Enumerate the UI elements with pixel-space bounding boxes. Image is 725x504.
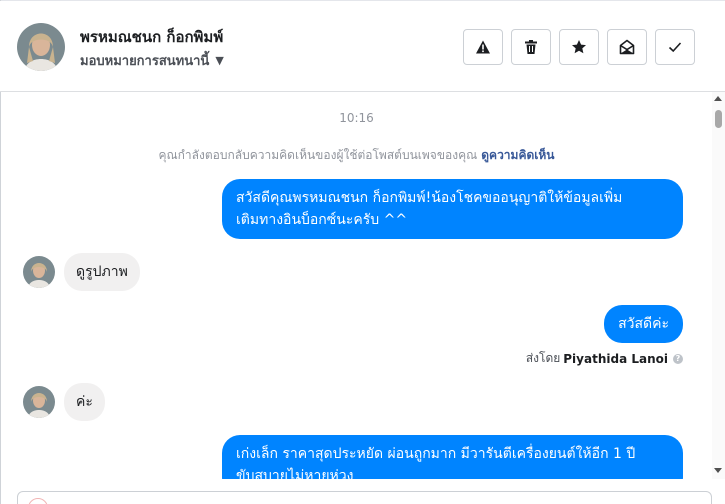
incoming-message-row: ค่ะ [23, 383, 105, 421]
message-composer[interactable] [17, 491, 712, 504]
avatar-photo [23, 386, 55, 418]
assign-conversation-dropdown[interactable]: มอบหมายการสนทนานี้ ▼ [80, 50, 224, 71]
message-thread: 10:16 คุณกำลังตอบกลับความคิดเห็นของผู้ใช… [1, 92, 712, 479]
avatar-photo [17, 23, 65, 71]
scroll-down-arrow-icon[interactable] [714, 468, 722, 473]
caret-down-icon: ▼ [215, 54, 224, 67]
contact-name[interactable]: พรหมณชนก ก็อกพิมพ์ [80, 25, 223, 49]
composer-avatar [28, 498, 48, 504]
sent-by-prefix: ส่งโดย [525, 351, 561, 365]
sender-name: Piyathida Lanoi [563, 351, 668, 366]
contact-avatar[interactable] [23, 256, 55, 288]
conversation-header: พรหมณชนก ก็อกพิมพ์ มอบหมายการสนทนานี้ ▼ [0, 1, 725, 92]
envelope-open-icon [619, 39, 635, 55]
conversation-actions [463, 29, 695, 65]
contact-avatar[interactable] [23, 386, 55, 418]
outgoing-message[interactable]: เก่งเล็ก ราคาสุดประหยัด ผ่อนถูกมาก มีวาร… [222, 435, 683, 479]
delete-button[interactable] [511, 29, 551, 65]
star-button[interactable] [559, 29, 599, 65]
sent-by-label: ส่งโดย Piyathida Lanoi ? [526, 349, 683, 368]
info-icon[interactable]: ? [673, 353, 683, 364]
message-line: ขับสบายไม่หายห่วง [236, 468, 354, 479]
message-line: สวัสดีคุณพรหมณชนก ก็อกพิมพ์!น้องโชคขออนุ… [236, 190, 623, 206]
message-timestamp: 10:16 [339, 111, 374, 125]
contact-avatar[interactable] [17, 23, 65, 71]
incoming-message[interactable]: ดูรูปภาพ [64, 253, 140, 291]
mark-spam-button[interactable] [463, 29, 503, 65]
message-line: เติมทางอินบ็อกซ์นะครับ ^^ [236, 212, 408, 228]
view-comment-link[interactable]: ดูความคิดเห็น [481, 148, 554, 162]
check-icon [668, 42, 682, 53]
outgoing-message[interactable]: สวัสดีคุณพรหมณชนก ก็อกพิมพ์!น้องโชคขออนุ… [222, 179, 683, 239]
outgoing-message[interactable]: สวัสดีค่ะ [604, 305, 683, 343]
mark-done-button[interactable] [655, 29, 695, 65]
star-icon [572, 40, 586, 54]
scroll-up-arrow-icon[interactable] [714, 96, 722, 101]
warning-icon [476, 40, 490, 54]
trash-icon [525, 40, 537, 54]
avatar-photo [23, 256, 55, 288]
mark-unread-button[interactable] [607, 29, 647, 65]
incoming-message[interactable]: ค่ะ [64, 383, 105, 421]
message-line: เก่งเล็ก ราคาสุดประหยัด ผ่อนถูกมาก มีวาร… [236, 446, 636, 462]
reply-context-text: คุณกำลังตอบกลับความคิดเห็นของผู้ใช้ต่อโพ… [158, 148, 478, 162]
reply-context-notice: คุณกำลังตอบกลับความคิดเห็นของผู้ใช้ต่อโพ… [1, 146, 712, 165]
scroll-thumb[interactable] [715, 110, 722, 128]
thread-scrollbar[interactable] [712, 92, 725, 479]
incoming-message-row: ดูรูปภาพ [23, 253, 140, 291]
assign-label: มอบหมายการสนทนานี้ [80, 54, 210, 69]
